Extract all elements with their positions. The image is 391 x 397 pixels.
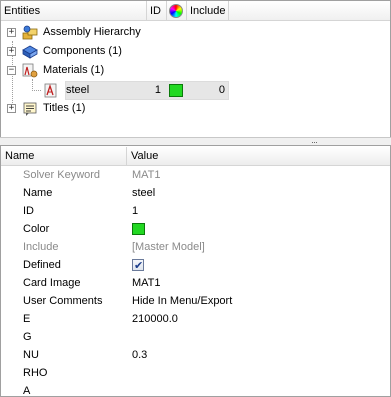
property-table-header: Name Value: [1, 147, 390, 166]
column-header-color[interactable]: [167, 1, 187, 21]
property-name: E: [23, 313, 31, 325]
property-value: [Master Model]: [132, 241, 205, 253]
property-name: Defined: [23, 259, 61, 271]
property-name: Name: [23, 187, 53, 199]
tree-item-label: Titles (1): [43, 102, 86, 114]
column-header-id[interactable]: ID: [147, 1, 167, 21]
property-value[interactable]: steel: [132, 184, 155, 202]
property-row-include: Include [Master Model]: [1, 238, 390, 256]
property-row-user-comments[interactable]: User Comments Hide In Menu/Export: [1, 292, 390, 310]
property-row-card-image[interactable]: Card Image MAT1: [1, 274, 390, 292]
property-name: User Comments: [23, 295, 103, 307]
column-header-value[interactable]: Value: [127, 147, 390, 166]
property-value[interactable]: MAT1: [132, 274, 161, 292]
collapse-icon[interactable]: −: [7, 66, 16, 75]
column-header-name[interactable]: Name: [1, 147, 127, 166]
property-name: G: [23, 331, 32, 343]
property-name: RHO: [23, 367, 48, 379]
column-header-include[interactable]: Include: [187, 1, 229, 21]
property-name: A: [23, 385, 31, 397]
entity-browser: Entities ID Include + Assembly Hierarchy…: [0, 0, 391, 137]
property-name: ID: [23, 205, 34, 217]
tree-item-assembly-hierarchy[interactable]: + Assembly Hierarchy: [1, 23, 390, 42]
property-row-name[interactable]: Name steel: [1, 184, 390, 202]
property-name: Card Image: [23, 277, 81, 289]
property-row-defined[interactable]: Defined ✔: [1, 256, 390, 274]
property-row-solver-keyword: Solver Keyword MAT1: [1, 166, 390, 184]
entity-id: 1: [154, 84, 161, 96]
checkmark-icon: ✔: [134, 259, 144, 272]
property-name: Include: [23, 241, 59, 253]
property-value[interactable]: Hide In Menu/Export: [132, 292, 232, 310]
tree-item-steel[interactable]: steel 1 0: [1, 81, 390, 100]
expand-icon[interactable]: +: [7, 104, 16, 113]
expand-icon[interactable]: +: [7, 47, 16, 56]
components-icon: [22, 45, 38, 59]
entity-include: 0: [218, 84, 225, 96]
entity-browser-header: Entities ID Include: [1, 1, 390, 21]
property-name: NU: [23, 349, 39, 361]
tree-item-label: steel: [66, 84, 90, 96]
tree-item-components[interactable]: + Components (1): [1, 42, 390, 61]
property-row-g[interactable]: G: [1, 328, 390, 346]
color-swatch[interactable]: [132, 223, 145, 235]
property-row-color[interactable]: Color: [1, 220, 390, 238]
expand-icon[interactable]: +: [7, 28, 16, 37]
property-row-a[interactable]: A: [1, 382, 390, 397]
property-value: MAT1: [132, 169, 161, 181]
tree-item-titles[interactable]: + Titles (1): [1, 99, 390, 118]
panel-splitter[interactable]: ···: [0, 137, 391, 147]
color-wheel-icon: [169, 4, 183, 18]
tree-item-label: Components (1): [43, 45, 122, 57]
assembly-icon: [22, 25, 38, 40]
material-steel-icon: [44, 83, 57, 98]
property-name: Solver Keyword: [23, 169, 101, 181]
defined-checkbox[interactable]: ✔: [132, 259, 144, 272]
materials-icon: [22, 63, 38, 78]
property-value[interactable]: 0.3: [132, 346, 147, 364]
property-table: Name Value Solver Keyword MAT1 Name stee…: [0, 146, 391, 397]
tree-item-label: Materials (1): [43, 64, 105, 76]
tree-item-label: Assembly Hierarchy: [43, 26, 141, 38]
splitter-grip-icon[interactable]: ···: [311, 138, 318, 147]
property-name: Color: [23, 223, 50, 235]
property-row-nu[interactable]: NU 0.3: [1, 346, 390, 364]
tree-item-materials[interactable]: − Materials (1): [1, 61, 390, 80]
titles-icon: [23, 102, 37, 116]
color-swatch[interactable]: [169, 84, 183, 97]
property-value[interactable]: 210000.0: [132, 310, 178, 328]
property-row-id[interactable]: ID 1: [1, 202, 390, 220]
property-row-e[interactable]: E 210000.0: [1, 310, 390, 328]
property-row-rho[interactable]: RHO: [1, 364, 390, 382]
column-header-entities[interactable]: Entities: [1, 1, 147, 21]
property-value[interactable]: 1: [132, 202, 138, 220]
